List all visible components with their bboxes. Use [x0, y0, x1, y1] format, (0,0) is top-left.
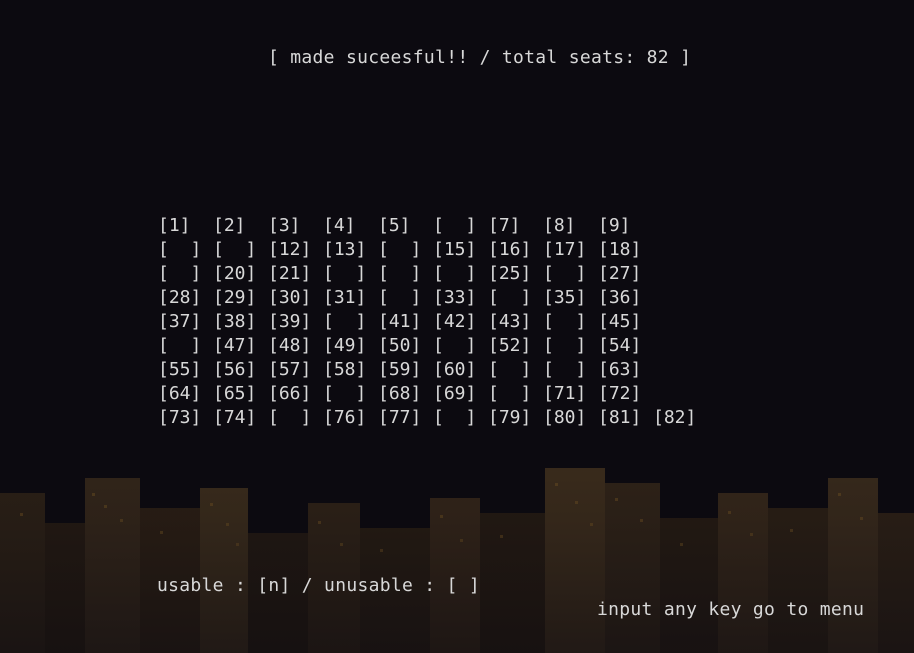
seat-unusable: [ ] — [323, 311, 367, 332]
seat-usable: [9] — [598, 215, 631, 236]
seat-row: [73] [74] [ ] [76] [77] [ ] [79] [80] [81] [82] — [158, 406, 708, 430]
seat-usable: [43] — [488, 311, 532, 332]
seat-row: [37] [38] [39] [ ] [41] [42] [43] [ ] [45] — [158, 310, 708, 334]
seat-unusable: [ ] — [488, 383, 532, 404]
seat-usable: [12] — [268, 239, 312, 260]
seat-unusable: [ ] — [323, 263, 367, 284]
seat-usable: [37] — [158, 311, 202, 332]
seat-usable: [5] — [378, 215, 411, 236]
seat-usable: [29] — [213, 287, 257, 308]
seat-legend: usable : [n] / unusable : [ ] — [157, 575, 480, 596]
seat-usable: [1] — [158, 215, 191, 236]
seat-unusable: [ ] — [378, 263, 422, 284]
seat-usable: [45] — [598, 311, 642, 332]
seat-usable: [41] — [378, 311, 422, 332]
seat-unusable: [ ] — [433, 335, 477, 356]
seat-unusable: [ ] — [323, 383, 367, 404]
seat-unusable: [ ] — [543, 311, 587, 332]
seat-usable: [82] — [653, 407, 697, 428]
seat-row: [1] [2] [3] [4] [5] [ ] [7] [8] [9] — [158, 214, 708, 238]
seat-usable: [47] — [213, 335, 257, 356]
seat-row: [28] [29] [30] [31] [ ] [33] [ ] [35] [36] — [158, 286, 708, 310]
seat-usable: [21] — [268, 263, 312, 284]
seat-usable: [15] — [433, 239, 477, 260]
seat-usable: [66] — [268, 383, 312, 404]
seat-unusable: [ ] — [213, 239, 257, 260]
seat-usable: [49] — [323, 335, 367, 356]
seat-usable: [31] — [323, 287, 367, 308]
seat-usable: [81] — [598, 407, 642, 428]
seat-unusable: [ ] — [158, 335, 202, 356]
seat-row: [ ] [ ] [12] [13] [ ] [15] [16] [17] [18] — [158, 238, 708, 262]
seat-row: [ ] [20] [21] [ ] [ ] [ ] [25] [ ] [27] — [158, 262, 708, 286]
console-window[interactable]: [ made suceesful!! / total seats: 82 ] [… — [0, 0, 914, 653]
seat-usable: [42] — [433, 311, 477, 332]
seat-row: [ ] [47] [48] [49] [50] [ ] [52] [ ] [54] — [158, 334, 708, 358]
status-message: [ made suceesful!! / total seats: 82 ] — [268, 47, 692, 68]
seat-unusable: [ ] — [378, 287, 422, 308]
seat-usable: [48] — [268, 335, 312, 356]
seat-row: [55] [56] [57] [58] [59] [60] [ ] [ ] [63] — [158, 358, 708, 382]
seat-usable: [20] — [213, 263, 257, 284]
seat-usable: [80] — [543, 407, 587, 428]
seat-usable: [57] — [268, 359, 312, 380]
seat-usable: [35] — [543, 287, 587, 308]
seat-usable: [7] — [488, 215, 521, 236]
seat-usable: [52] — [488, 335, 532, 356]
seat-usable: [18] — [598, 239, 642, 260]
seat-unusable: [ ] — [378, 239, 422, 260]
seat-usable: [79] — [488, 407, 532, 428]
seat-usable: [68] — [378, 383, 422, 404]
seat-usable: [55] — [158, 359, 202, 380]
seat-unusable: [ ] — [268, 407, 312, 428]
seat-usable: [60] — [433, 359, 477, 380]
seat-usable: [77] — [378, 407, 422, 428]
seat-usable: [27] — [598, 263, 642, 284]
seat-usable: [8] — [543, 215, 576, 236]
seat-usable: [39] — [268, 311, 312, 332]
seat-usable: [56] — [213, 359, 257, 380]
seat-usable: [17] — [543, 239, 587, 260]
seat-usable: [63] — [598, 359, 642, 380]
seat-usable: [58] — [323, 359, 367, 380]
seat-usable: [4] — [323, 215, 356, 236]
seat-unusable: [ ] — [543, 359, 587, 380]
seat-unusable: [ ] — [158, 263, 202, 284]
seat-unusable: [ ] — [543, 335, 587, 356]
seat-unusable: [ ] — [433, 215, 477, 236]
seat-usable: [38] — [213, 311, 257, 332]
city-skyline-background — [0, 468, 914, 653]
seat-usable: [54] — [598, 335, 642, 356]
seat-unusable: [ ] — [433, 263, 477, 284]
menu-prompt: input any key go to menu — [597, 599, 865, 620]
seat-unusable: [ ] — [488, 287, 532, 308]
seat-usable: [74] — [213, 407, 257, 428]
seat-usable: [76] — [323, 407, 367, 428]
seat-usable: [50] — [378, 335, 422, 356]
seat-usable: [59] — [378, 359, 422, 380]
seat-usable: [64] — [158, 383, 202, 404]
seat-usable: [25] — [488, 263, 532, 284]
seat-usable: [3] — [268, 215, 301, 236]
seat-row: [64] [65] [66] [ ] [68] [69] [ ] [71] [72] — [158, 382, 708, 406]
seat-unusable: [ ] — [488, 359, 532, 380]
seat-usable: [28] — [158, 287, 202, 308]
seat-usable: [72] — [598, 383, 642, 404]
seat-usable: [36] — [598, 287, 642, 308]
seat-usable: [71] — [543, 383, 587, 404]
seat-usable: [16] — [488, 239, 532, 260]
seat-unusable: [ ] — [433, 407, 477, 428]
seat-usable: [2] — [213, 215, 246, 236]
seat-usable: [33] — [433, 287, 477, 308]
seat-grid: [1] [2] [3] [4] [5] [ ] [7] [8] [9] [ ] [ ] [12] [13… — [158, 214, 708, 430]
seat-usable: [13] — [323, 239, 367, 260]
seat-usable: [73] — [158, 407, 202, 428]
seat-usable: [65] — [213, 383, 257, 404]
seat-unusable: [ ] — [543, 263, 587, 284]
seat-usable: [69] — [433, 383, 477, 404]
seat-unusable: [ ] — [158, 239, 202, 260]
seat-usable: [30] — [268, 287, 312, 308]
